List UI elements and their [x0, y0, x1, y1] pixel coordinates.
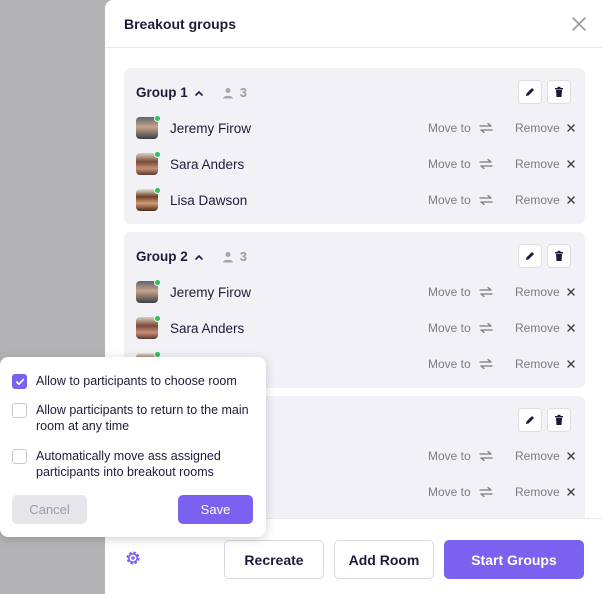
option-auto-move[interactable]: Automatically move ass assigned particip…	[12, 448, 257, 480]
move-to-button[interactable]: Move to	[428, 357, 493, 371]
online-indicator	[154, 187, 161, 194]
member-row: Jeremy Firow Move to Remove	[136, 115, 576, 140]
pencil-icon	[526, 416, 534, 424]
move-to-button[interactable]: Move to	[428, 321, 493, 335]
edit-group-button[interactable]	[518, 244, 542, 268]
trash-icon	[555, 86, 563, 97]
edit-group-button[interactable]	[518, 408, 542, 432]
remove-button[interactable]: Remove	[515, 485, 575, 499]
close-icon	[566, 160, 575, 168]
cancel-button[interactable]: Cancel	[12, 495, 87, 524]
online-indicator	[154, 279, 161, 286]
option-label: Allow to participants to choose room	[36, 374, 237, 388]
check-icon	[15, 378, 24, 385]
remove-button[interactable]: Remove	[515, 321, 575, 335]
recreate-button[interactable]: Recreate	[224, 540, 324, 579]
remove-button[interactable]: Remove	[515, 121, 575, 135]
member-name: Jeremy Firow	[170, 284, 252, 300]
remove-button[interactable]: Remove	[515, 449, 575, 463]
move-to-button[interactable]: Move to	[428, 485, 493, 499]
member-name: Lisa Dawson	[170, 192, 248, 208]
move-to-button[interactable]: Move to	[428, 285, 493, 299]
move-to-button[interactable]: Move to	[428, 121, 493, 135]
remove-button[interactable]: Remove	[515, 193, 575, 207]
member-row: Jeremy Firow Move to Remove	[136, 279, 576, 304]
checkbox-checked[interactable]	[12, 374, 27, 389]
member-row: Sara Anders Move to Remove	[136, 315, 576, 340]
checkbox[interactable]	[12, 403, 27, 418]
delete-group-button[interactable]	[547, 244, 571, 268]
member-row: Lisa Dawson Move to Remove	[136, 187, 576, 212]
add-room-button[interactable]: Add Room	[334, 540, 434, 579]
close-icon	[566, 124, 575, 132]
close-icon[interactable]	[571, 16, 587, 32]
delete-group-button[interactable]	[547, 408, 571, 432]
pencil-icon	[526, 252, 534, 260]
gear-icon[interactable]	[125, 550, 141, 566]
group-name: Group 2	[136, 249, 188, 264]
avatar	[136, 151, 161, 175]
swap-icon	[479, 486, 493, 498]
member-name: Jeremy Firow	[170, 120, 252, 136]
modal-title: Breakout groups	[124, 15, 237, 32]
member-count: 3	[222, 249, 247, 264]
swap-icon	[479, 286, 493, 298]
member-name: Sara Anders	[170, 156, 245, 172]
swap-icon	[479, 358, 493, 370]
close-icon	[566, 288, 575, 296]
swap-icon	[479, 194, 493, 206]
online-indicator	[154, 151, 161, 158]
member-row: Sara Anders Move to Remove	[136, 151, 576, 176]
option-choose-room[interactable]: Allow to participants to choose room	[12, 373, 257, 389]
group-card: Group 1 3 Jeremy Firow Move to Remove Sa…	[124, 68, 585, 224]
trash-icon	[555, 250, 563, 261]
move-to-button[interactable]: Move to	[428, 193, 493, 207]
group-name: Group 1	[136, 85, 188, 100]
move-to-button[interactable]: Move to	[428, 449, 493, 463]
remove-button[interactable]: Remove	[515, 157, 575, 171]
delete-group-button[interactable]	[547, 80, 571, 104]
avatar	[136, 315, 161, 339]
checkbox[interactable]	[12, 449, 27, 464]
member-name: Sara Anders	[170, 320, 245, 336]
close-icon	[566, 324, 575, 332]
swap-icon	[479, 122, 493, 134]
modal-header: Breakout groups	[105, 0, 602, 48]
option-return-main-room[interactable]: Allow participants to return to the main…	[12, 402, 257, 434]
swap-icon	[479, 450, 493, 462]
avatar	[136, 187, 161, 211]
member-count: 3	[222, 85, 247, 100]
trash-icon	[555, 414, 563, 425]
avatar	[136, 115, 161, 139]
person-icon	[222, 87, 233, 98]
option-label: Allow participants to return to the main…	[36, 403, 249, 433]
close-icon	[566, 196, 575, 204]
pencil-icon	[526, 88, 534, 96]
move-to-button[interactable]: Move to	[428, 157, 493, 171]
remove-button[interactable]: Remove	[515, 285, 575, 299]
remove-button[interactable]: Remove	[515, 357, 575, 371]
online-indicator	[154, 315, 161, 322]
close-icon	[566, 452, 575, 460]
edit-group-button[interactable]	[518, 80, 542, 104]
save-button[interactable]: Save	[178, 495, 253, 524]
person-icon	[222, 251, 233, 262]
settings-popover: Allow to participants to choose room All…	[0, 357, 266, 537]
avatar	[136, 279, 161, 303]
close-icon	[566, 488, 575, 496]
start-groups-button[interactable]: Start Groups	[444, 540, 584, 579]
swap-icon	[479, 322, 493, 334]
option-label: Automatically move ass assigned particip…	[36, 449, 221, 479]
chevron-up-icon[interactable]	[194, 88, 204, 98]
chevron-up-icon[interactable]	[194, 252, 204, 262]
swap-icon	[479, 158, 493, 170]
online-indicator	[154, 115, 161, 122]
close-icon	[566, 360, 575, 368]
